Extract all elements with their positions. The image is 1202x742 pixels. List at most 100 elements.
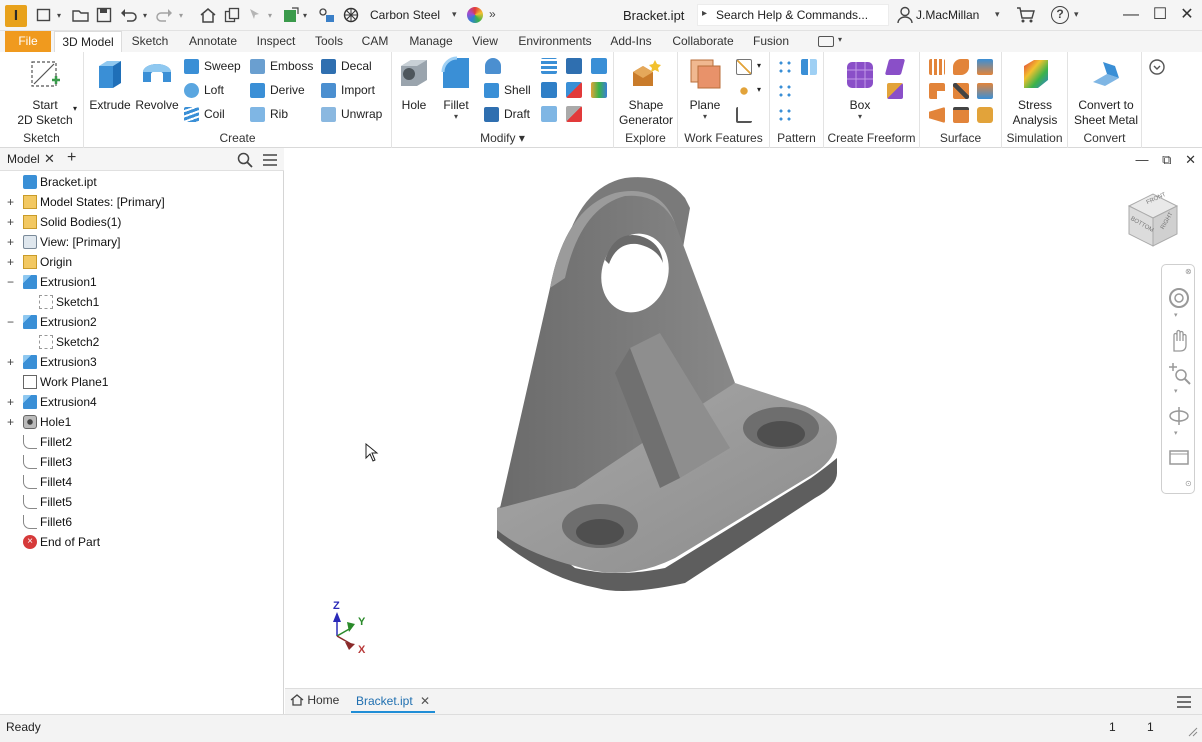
rib-button[interactable]: Rib [250, 105, 288, 125]
patch-icon[interactable] [977, 59, 993, 75]
collapse-icon[interactable]: − [7, 272, 16, 292]
nav-bar-close-icon[interactable]: ⊗ [1185, 267, 1192, 276]
extend-icon[interactable] [953, 83, 969, 99]
hole-button[interactable]: Hole [394, 56, 434, 113]
box-dropdown-arrow[interactable]: ▾ [838, 113, 882, 121]
nav-bar-customize-icon[interactable]: ⊙ [1185, 479, 1192, 488]
tab-cam[interactable]: CAM [356, 31, 394, 52]
point-dropdown-arrow[interactable]: ▾ [757, 85, 761, 94]
material-dropdown-arrow[interactable]: ▾ [452, 9, 457, 20]
tree-node[interactable]: Sketch1 [0, 292, 280, 312]
tree-node[interactable]: − Extrusion2 [0, 312, 280, 332]
tree-node[interactable]: + Extrusion3 [0, 352, 280, 372]
tree-node[interactable]: Fillet6 [0, 512, 280, 532]
view-face-icon[interactable] [1168, 445, 1190, 467]
tab-collaborate[interactable]: Collaborate [667, 31, 739, 52]
ribbon-display-toggle-icon[interactable] [818, 36, 834, 47]
tree-node[interactable]: + Origin [0, 252, 280, 272]
tree-node[interactable]: Fillet4 [0, 472, 280, 492]
browser-search-icon[interactable] [237, 152, 253, 171]
undo-icon[interactable] [120, 7, 138, 25]
tab-manage[interactable]: Manage [403, 31, 459, 52]
tree-node[interactable]: × End of Part [0, 532, 280, 552]
help-search-input[interactable]: Search Help & Commands... [716, 8, 868, 22]
tree-node[interactable]: Fillet5 [0, 492, 280, 512]
tab-bracket-ipt[interactable]: Bracket.ipt ✕ [351, 689, 436, 713]
box-button[interactable]: Box ▾ [838, 56, 882, 121]
circular-pattern-icon[interactable] [777, 83, 793, 99]
expand-icon[interactable]: + [7, 192, 16, 212]
new-file-icon[interactable] [36, 7, 52, 25]
undo-dropdown-arrow[interactable]: ▾ [143, 7, 147, 25]
collapse-icon[interactable]: − [7, 312, 16, 332]
stress-analysis-button[interactable]: Stress Analysis [1008, 56, 1062, 128]
browser-add-icon[interactable]: + [67, 149, 76, 167]
freeform-face-icon[interactable] [884, 59, 906, 75]
pan-icon[interactable] [1168, 329, 1190, 353]
tab-3d-model[interactable]: 3D Model [54, 31, 122, 52]
fit-mesh-face-icon[interactable] [977, 107, 993, 123]
zoom-dropdown-arrow[interactable]: ▾ [1174, 387, 1178, 395]
tree-node[interactable]: + Solid Bodies(1) [0, 212, 280, 232]
copy-object-icon[interactable] [566, 82, 582, 98]
expand-icon[interactable]: + [7, 212, 16, 232]
convert-freeform-icon[interactable] [887, 83, 903, 99]
parameters-icon[interactable] [318, 7, 336, 25]
expand-icon[interactable]: + [7, 352, 16, 372]
decal-button[interactable]: Decal [321, 57, 372, 77]
tab-inspect[interactable]: Inspect [250, 31, 302, 52]
sketch-pattern-icon[interactable] [777, 107, 793, 123]
help-dropdown-arrow[interactable]: ▾ [1074, 9, 1079, 20]
ucs-icon[interactable] [736, 107, 752, 123]
start-sketch-dropdown-arrow[interactable]: ▾ [73, 104, 77, 113]
boundary-patch-icon[interactable] [977, 83, 993, 99]
shell-button[interactable]: Shell [484, 81, 531, 101]
extrude-button[interactable]: Extrude [88, 56, 132, 113]
tab-home[interactable]: Home [290, 693, 339, 707]
emboss-button[interactable]: Emboss [250, 57, 313, 77]
save-icon[interactable] [96, 7, 112, 25]
viewport-restore-icon[interactable]: ⧉ [1162, 152, 1171, 167]
user-name[interactable]: J.MacMillan [916, 8, 979, 22]
ribbon-options-icon[interactable] [1148, 58, 1178, 79]
tab-environments[interactable]: Environments [512, 31, 598, 52]
more-tools-icon[interactable]: » [489, 7, 496, 21]
tab-sketch[interactable]: Sketch [127, 31, 173, 52]
steering-wheel-icon[interactable] [1168, 287, 1190, 309]
zoom-icon[interactable] [1167, 361, 1191, 385]
axis-dropdown-arrow[interactable]: ▾ [757, 61, 761, 70]
fillet-dropdown-arrow[interactable]: ▾ [436, 113, 476, 121]
tree-node[interactable]: Sketch2 [0, 332, 280, 352]
steering-wheel-dropdown-arrow[interactable]: ▾ [1174, 311, 1178, 319]
expand-icon[interactable]: + [7, 392, 16, 412]
user-dropdown-arrow[interactable]: ▾ [995, 9, 1000, 20]
tree-node[interactable]: + Extrusion4 [0, 392, 280, 412]
chamfer-icon[interactable] [485, 58, 501, 74]
view-cube[interactable]: FRONT RIGHT BOTTOM [1121, 188, 1185, 255]
ribbon-display-dropdown-arrow[interactable]: ▾ [838, 35, 842, 44]
start-2d-sketch-button[interactable]: Start 2D Sketch [12, 56, 78, 128]
expand-icon[interactable]: + [7, 412, 16, 432]
replace-face-icon[interactable] [541, 106, 557, 122]
modify-group-label[interactable]: Modify ▾ [392, 131, 613, 145]
expand-icon[interactable]: + [7, 232, 16, 252]
draft-button[interactable]: Draft [484, 105, 530, 125]
copy-icon[interactable] [224, 7, 240, 25]
viewport-minimize-icon[interactable]: — [1136, 152, 1149, 167]
import-button[interactable]: Import [321, 81, 375, 101]
orbit-icon[interactable] [1168, 405, 1190, 427]
ruled-surface-icon[interactable] [929, 107, 945, 123]
expand-icon[interactable]: + [7, 252, 16, 272]
select-dropdown-arrow[interactable]: ▾ [268, 7, 272, 25]
redo-icon[interactable] [155, 7, 173, 25]
combine-icon[interactable] [566, 58, 582, 74]
tree-node[interactable]: − Extrusion1 [0, 272, 280, 292]
sweep-button[interactable]: Sweep [184, 57, 241, 77]
viewport-close-icon[interactable]: ✕ [1185, 152, 1196, 167]
tab-close-icon[interactable]: ✕ [420, 694, 430, 708]
graphics-viewport[interactable]: — ⧉ ✕ Z Y X FRONT RIGHT BOTTOM ⊗ ▾ ▾ ▾ ⊙ [285, 148, 1202, 688]
select-tool-icon[interactable] [248, 7, 266, 25]
plane-dropdown-arrow[interactable]: ▾ [682, 113, 728, 121]
direct-edit-icon[interactable] [591, 82, 607, 98]
open-icon[interactable] [72, 7, 90, 25]
